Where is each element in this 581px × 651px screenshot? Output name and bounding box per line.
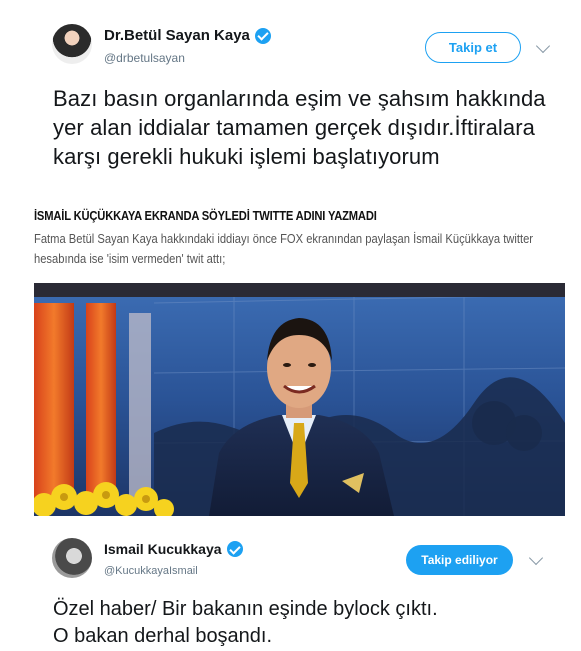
verified-badge-icon	[226, 541, 243, 557]
news-photo	[34, 283, 565, 516]
verified-badge-icon	[254, 27, 271, 44]
author-name[interactable]: Dr.Betül Sayan Kaya	[104, 27, 250, 44]
author-name[interactable]: Ismail Kucukkaya	[104, 541, 222, 557]
follow-button[interactable]: Takip et	[425, 32, 521, 63]
author-name-row: Dr.Betül Sayan Kaya	[104, 27, 271, 44]
tweet-card-2: Ismail Kucukkaya @KucukkayaIsmail Takip …	[0, 520, 581, 651]
avatar[interactable]	[52, 24, 92, 64]
tweet-text: Özel haber/ Bir bakanın eşinde bylock çı…	[53, 596, 563, 650]
chevron-down-icon[interactable]	[528, 550, 544, 566]
tweet-card-1: Dr.Betül Sayan Kaya @drbetulsayan Takip …	[0, 0, 581, 205]
author-name-row: Ismail Kucukkaya	[104, 541, 243, 557]
article-headline: İSMAİL KÜÇÜKKAYA EKRANDA SÖYLEDİ TWITTE …	[34, 208, 377, 223]
chevron-down-icon[interactable]	[535, 38, 551, 54]
tweet-text-line: O bakan derhal boşandı.	[53, 625, 273, 647]
article-body: Fatma Betül Sayan Kaya hakkındaki iddiay…	[34, 231, 534, 266]
tweet-text-line: Özel haber/ Bir bakanın eşinde bylock çı…	[53, 598, 438, 620]
following-button[interactable]: Takip ediliyor	[406, 545, 513, 575]
tweet-text: Bazı basın organlarında eşim ve şahsım h…	[53, 86, 546, 169]
avatar[interactable]	[52, 538, 92, 578]
author-handle[interactable]: @KucukkayaIsmail	[104, 565, 198, 577]
author-handle[interactable]: @drbetulsayan	[104, 51, 185, 65]
